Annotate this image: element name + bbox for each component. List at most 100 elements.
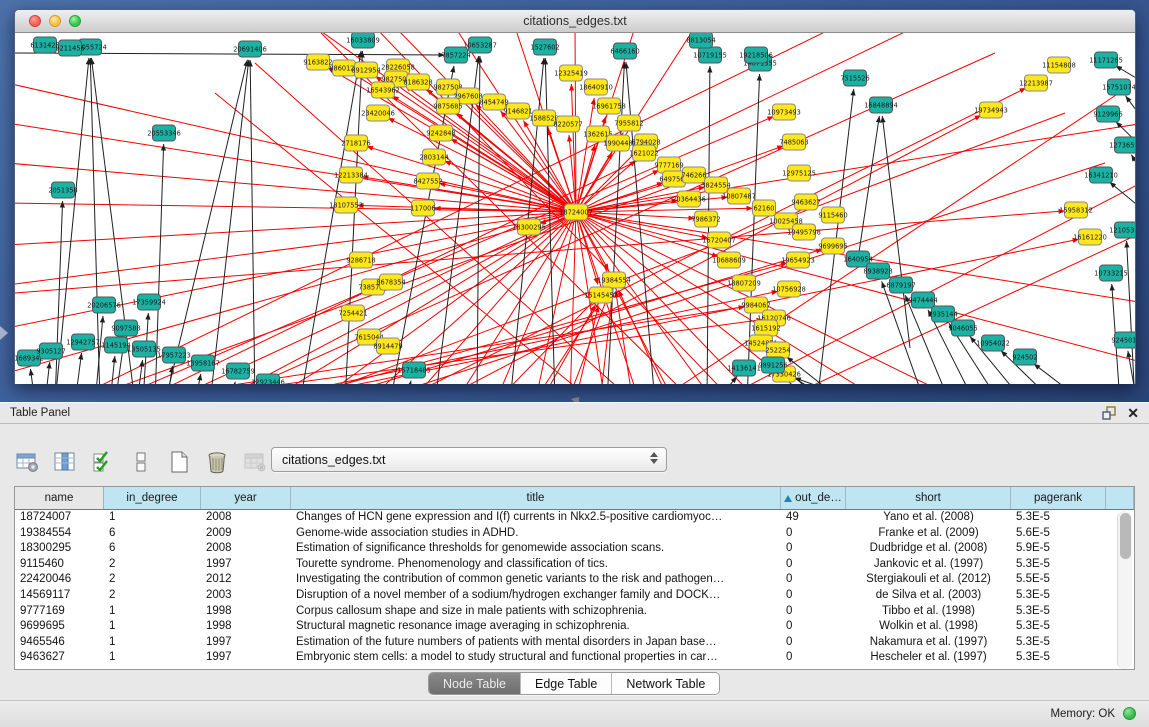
table-cell[interactable]: Wolkin et al. (1998) (846, 619, 1011, 635)
graph-node-yellow[interactable]: 12213384 (334, 167, 368, 183)
graph-node-teal[interactable]: 20691406 (233, 41, 267, 57)
graph-node-teal[interactable]: 13505135 (127, 341, 161, 357)
table-cell[interactable]: 49 (781, 510, 846, 526)
graph-node-yellow[interactable]: 7254421 (338, 305, 367, 321)
table-cell[interactable]: Jankovic et al. (1997) (846, 557, 1011, 573)
graph-node-yellow[interactable]: 18724007 (559, 204, 593, 220)
graph-node-teal[interactable]: 20206576 (87, 297, 121, 313)
table-cell[interactable]: 2009 (201, 526, 291, 542)
graph-node-yellow[interactable]: 8914479 (373, 338, 402, 354)
table-cell[interactable]: 5.3E-5 (1011, 557, 1106, 573)
citation-network-graph[interactable]: 1872400791638228860128891295428226058982… (15, 33, 1135, 384)
table-cell[interactable]: 5.3E-5 (1011, 604, 1106, 620)
graph-node-yellow[interactable]: 2718176 (341, 135, 370, 151)
graph-node-yellow[interactable]: 8678354 (376, 274, 405, 290)
network-window-titlebar[interactable]: citations_edges.txt (15, 10, 1135, 33)
graph-node-yellow[interactable]: 18300295 (512, 219, 546, 235)
graph-node-yellow[interactable]: 7485063 (779, 134, 808, 150)
table-cell[interactable]: 2 (104, 588, 201, 604)
table-cell[interactable]: Embryonic stem cells: a model to study s… (291, 650, 781, 666)
table-cell[interactable]: 5.3E-5 (1011, 635, 1106, 651)
graph-node-yellow[interactable]: 2803144 (419, 149, 448, 165)
graph-node-teal[interactable]: 16848894 (864, 97, 898, 113)
table-cell[interactable]: 5.3E-5 (1011, 588, 1106, 604)
column-header-title[interactable]: title (291, 487, 781, 509)
table-cell[interactable]: 0 (781, 588, 846, 604)
graph-node-teal[interactable]: 19218506 (739, 47, 773, 63)
graph-node-teal[interactable]: 1527602 (530, 39, 559, 55)
graph-node-yellow[interactable]: 8427552 (413, 173, 442, 189)
new-table-icon[interactable] (166, 449, 192, 475)
graph-node-teal[interactable]: 12105350 (1109, 222, 1135, 238)
table-cell[interactable]: 1 (104, 619, 201, 635)
graph-node-yellow[interactable]: 12975125 (782, 165, 816, 181)
graph-node-teal[interactable]: 14136141 (727, 360, 761, 376)
graph-node-yellow[interactable]: 8186328 (403, 74, 432, 90)
column-header-name[interactable]: name (15, 487, 104, 509)
table-cell[interactable]: 18300295 (15, 541, 104, 557)
table-cell[interactable]: 9465546 (15, 635, 104, 651)
table-cell[interactable]: 0 (781, 604, 846, 620)
graph-node-yellow[interactable]: 10756928 (772, 281, 806, 297)
column-header-out_de[interactable]: out_de… (781, 487, 846, 509)
table-cell[interactable]: Structural magnetic resonance image aver… (291, 619, 781, 635)
table-cell[interactable]: Yano et al. (2008) (846, 510, 1011, 526)
graph-node-teal[interactable]: 8813054 (686, 33, 715, 48)
network-table-select[interactable]: citations_edges.txt (271, 447, 667, 472)
table-cell[interactable]: Dudbridge et al. (2008) (846, 541, 1011, 557)
table-cell[interactable]: Genome-wide association studies in ADHD. (291, 526, 781, 542)
table-cell[interactable]: 6 (104, 541, 201, 557)
graph-node-teal[interactable]: 7515526 (840, 70, 869, 86)
graph-node-yellow[interactable]: 117006 (410, 200, 435, 216)
table-cell[interactable]: 0 (781, 635, 846, 651)
table-cell[interactable]: 2008 (201, 510, 291, 526)
table-cell[interactable]: 14569117 (15, 588, 104, 604)
graph-node-teal[interactable]: 2935144 (928, 306, 957, 322)
graph-node-yellow[interactable]: 16543962 (366, 82, 400, 98)
graph-node-teal[interactable]: 9474444 (908, 292, 937, 308)
graph-node-yellow[interactable]: 16961758 (592, 98, 626, 114)
column-header-pagerank[interactable]: pagerank (1011, 487, 1106, 509)
table-cell[interactable]: 2012 (201, 572, 291, 588)
table-cell[interactable]: Corpus callosum shape and size in male p… (291, 604, 781, 620)
table-cell[interactable]: 9463627 (15, 650, 104, 666)
graph-node-teal[interactable]: 17359924 (132, 294, 166, 310)
graph-node-teal[interactable]: 10719155 (693, 47, 727, 63)
graph-node-yellow[interactable]: 9463627 (791, 194, 820, 210)
float-window-icon[interactable] (1101, 405, 1117, 421)
import-table-icon[interactable] (242, 449, 268, 475)
table-cell[interactable]: 1 (104, 510, 201, 526)
table-row[interactable]: 1872400712008Changes of HCN gene express… (15, 510, 1134, 526)
row-height-icon[interactable] (128, 449, 154, 475)
network-view-window[interactable]: citations_edges.txt 18724007916382288601… (14, 9, 1136, 384)
graph-node-yellow[interactable]: 62160 (753, 200, 776, 216)
table-row[interactable]: 977716911998Corpus callosum shape and si… (15, 604, 1134, 620)
graph-node-yellow[interactable]: 18640910 (579, 79, 613, 95)
graph-node-yellow[interactable]: 7986372 (691, 211, 720, 227)
graph-node-yellow[interactable]: 23420046 (361, 105, 395, 121)
graph-node-yellow[interactable]: 7955812 (614, 115, 643, 131)
table-cell[interactable]: 6 (104, 526, 201, 542)
graph-node-teal[interactable]: 16033809 (346, 33, 380, 48)
graph-node-yellow[interactable]: 19495798 (787, 224, 821, 240)
table-cell[interactable]: Changes of HCN gene expression and I(f) … (291, 510, 781, 526)
graph-node-yellow[interactable]: 1615192 (751, 320, 780, 336)
graph-node-teal[interactable]: 924502 (1012, 349, 1037, 365)
graph-node-teal[interactable]: 12736590 (1109, 137, 1135, 153)
graph-node-teal[interactable]: 15718485 (397, 362, 431, 378)
table-cell[interactable]: 9699695 (15, 619, 104, 635)
table-cell[interactable]: Franke et al. (2009) (846, 526, 1011, 542)
column-edit-icon[interactable] (52, 449, 78, 475)
table-cell[interactable]: 1997 (201, 635, 291, 651)
graph-node-yellow[interactable]: 12325419 (554, 65, 588, 81)
table-settings-icon[interactable] (14, 449, 40, 475)
graph-node-yellow[interactable]: 9699695 (818, 238, 847, 254)
graph-node-yellow[interactable]: 9146821 (503, 103, 532, 119)
collapsed-panel-handle[interactable] (0, 326, 8, 340)
graph-node-yellow[interactable]: 3824554 (701, 177, 730, 193)
tab-network-table[interactable]: Network Table (612, 673, 719, 694)
graph-node-yellow[interactable]: 18107553 (329, 197, 363, 213)
graph-node-teal[interactable]: 9211456 (55, 40, 84, 56)
table-cell[interactable]: 5.6E-5 (1011, 526, 1106, 542)
graph-node-teal[interactable]: 6879197 (886, 277, 915, 293)
